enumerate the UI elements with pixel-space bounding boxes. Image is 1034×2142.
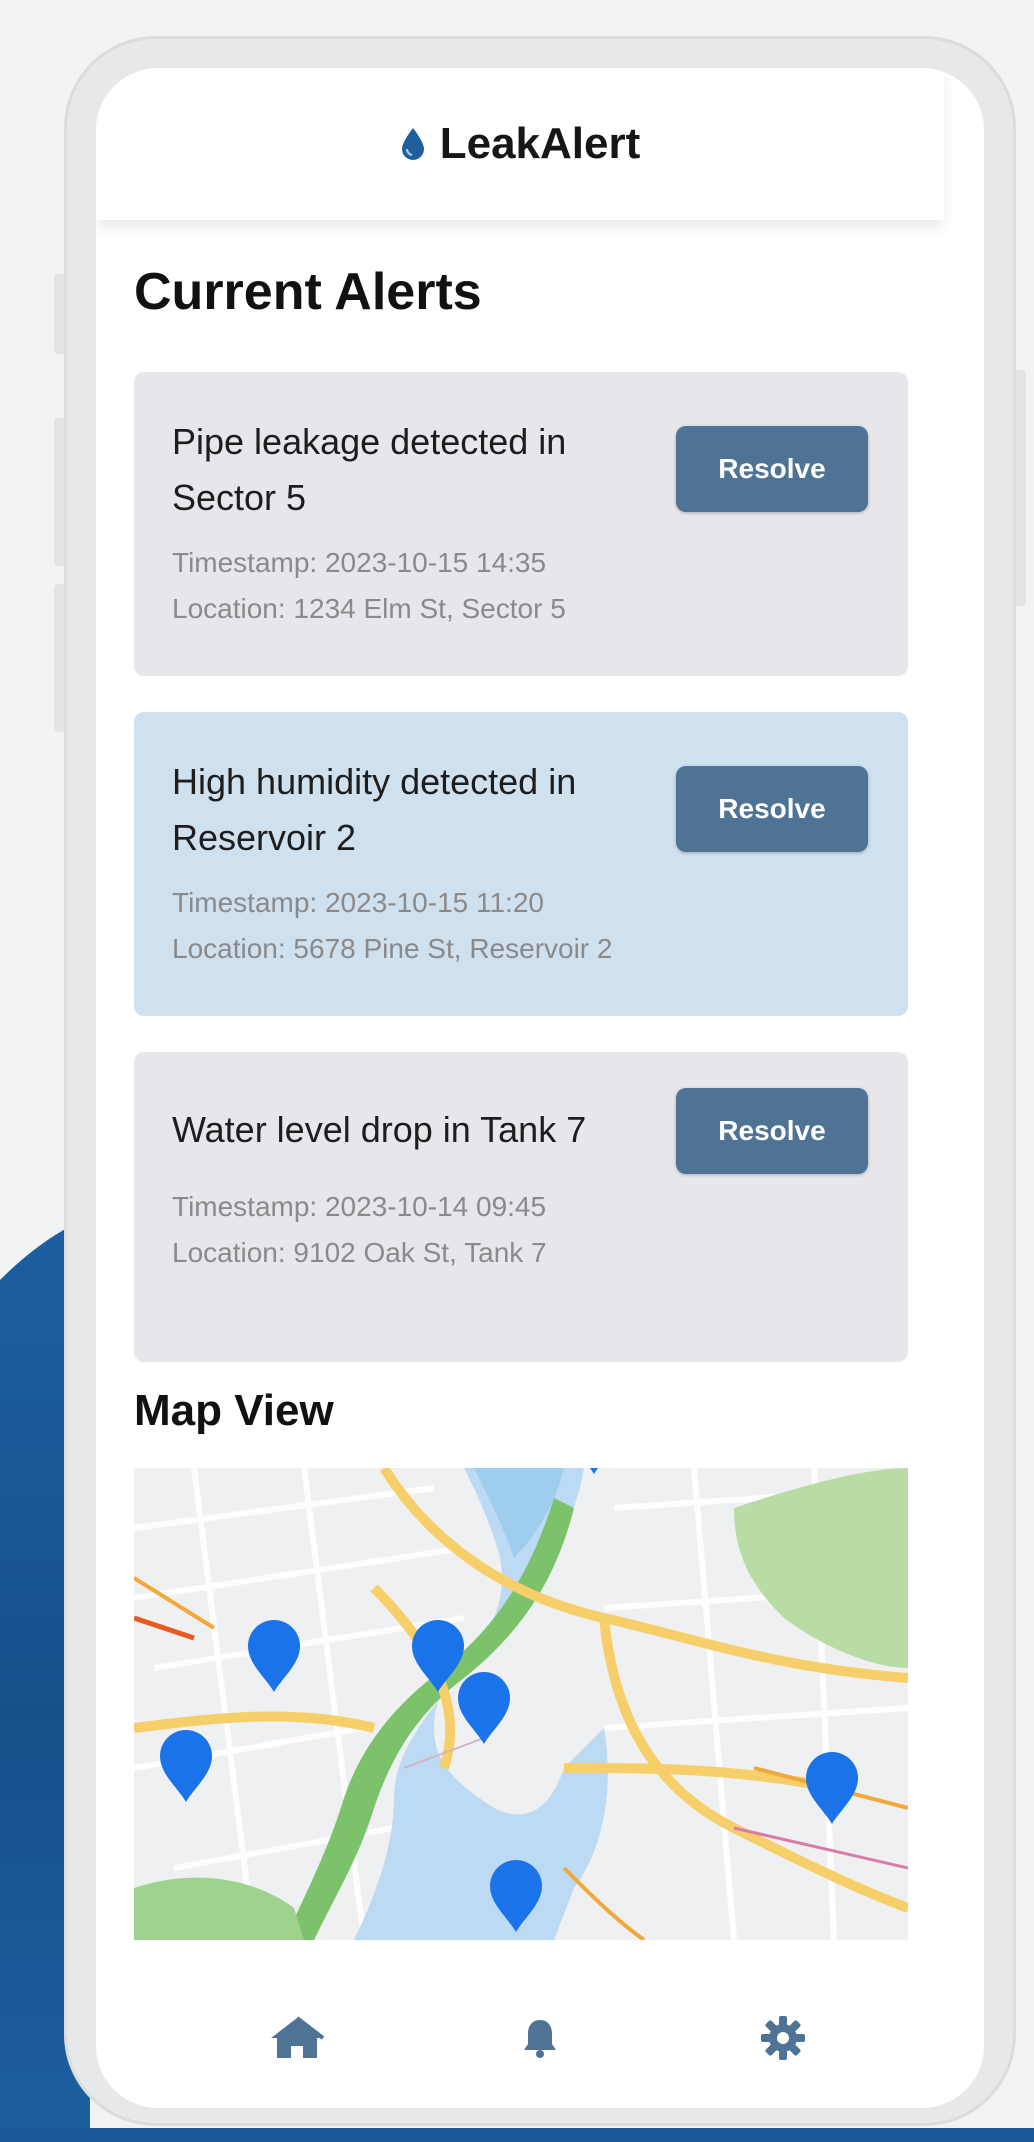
alert-meta: Timestamp: 2023-10-14 09:45 Location: 91… [172,1184,870,1276]
alert-location: Location: 5678 Pine St, Reservoir 2 [172,933,613,964]
alert-message: High humidity detected in Reservoir 2 [172,761,577,858]
resolve-button[interactable]: Resolve [676,426,868,512]
alert-timestamp: Timestamp: 2023-10-15 14:35 [172,547,547,578]
app-title: LeakAlert [400,119,641,169]
map-view-heading: Map View [134,1386,334,1435]
bell-icon [523,2020,556,2058]
app-header: LeakAlert [96,68,944,220]
water-drop-icon [401,128,424,160]
gear-icon [760,2016,805,2060]
alert-card: Water level drop in Tank 7 Timestamp: 20… [134,1052,908,1362]
map-canvas[interactable] [134,1468,908,1940]
alert-location: Location: 1234 Elm St, Sector 5 [172,593,566,624]
alert-location: Location: 9102 Oak St, Tank 7 [172,1237,547,1268]
map-view[interactable] [134,1468,908,1940]
current-alerts-heading: Current Alerts [134,263,482,321]
alert-message: Pipe leakage detected in Sector 5 [172,421,567,518]
alert-message: Water level drop in Tank 7 [172,1109,587,1150]
alert-timestamp: Timestamp: 2023-10-15 11:20 [172,887,544,918]
alert-timestamp: Timestamp: 2023-10-14 09:45 [172,1191,547,1222]
resolve-button[interactable]: Resolve [676,766,868,852]
alert-meta: Timestamp: 2023-10-15 14:35 Location: 12… [172,540,870,632]
alert-card-highlighted: High humidity detected in Reservoir 2 Ti… [134,712,908,1016]
home-icon [271,2016,325,2058]
nav-alerts[interactable] [500,1998,580,2078]
phone-screen: LeakAlert Current Alerts Pipe leakage de… [96,68,984,2108]
bottom-nav [96,1968,984,2108]
nav-settings[interactable] [743,1998,823,2078]
resolve-button[interactable]: Resolve [676,1088,868,1174]
alert-card: Pipe leakage detected in Sector 5 Timest… [134,372,908,676]
app-title-text: LeakAlert [439,119,641,168]
nav-home[interactable] [257,1998,337,2078]
alert-meta: Timestamp: 2023-10-15 11:20 Location: 56… [172,880,870,972]
